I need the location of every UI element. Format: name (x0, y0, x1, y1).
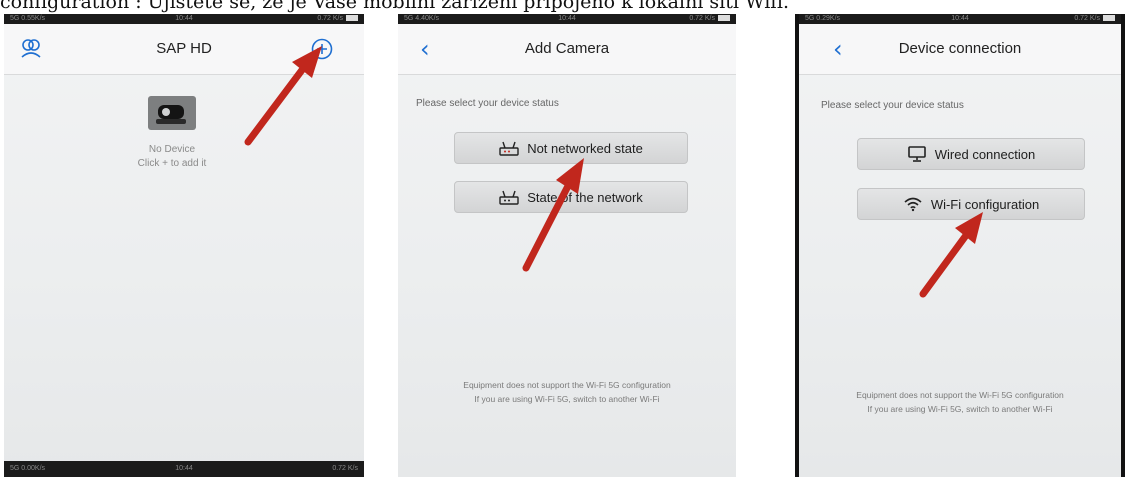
screen-home: 5G 0.55K/s 10:44 0.72 K/s SAP HD No Devi… (4, 14, 364, 477)
status-prompt: Please select your device status (821, 100, 964, 111)
status-bar: 5G 0.55K/s 10:44 0.72 K/s (4, 14, 364, 24)
wifi-configuration-button[interactable]: Wi-Fi configuration (857, 188, 1085, 220)
instruction-caption: configuration : Ujistěte se, že je Vaše … (0, 0, 789, 13)
page-title: Add Camera (524, 40, 610, 57)
empty-state-hint: Click + to add it (137, 158, 207, 169)
status-prompt: Please select your device status (416, 98, 559, 109)
not-networked-state-button[interactable]: Not networked state (454, 132, 688, 164)
router-icon (499, 190, 519, 205)
screen-device-connection: 5G 0.29K/s 10:44 0.72 K/s ‹ Device conne… (795, 14, 1125, 477)
battery-icon (718, 15, 730, 22)
status-right: 0.72 K/s (1074, 14, 1115, 24)
state-of-network-button[interactable]: State of the network (454, 181, 688, 213)
bottom-status-time: 10:44 (175, 465, 193, 472)
status-right: 0.72 K/s (317, 14, 358, 24)
status-speed: 0.72 K/s (1074, 15, 1100, 22)
status-speed: 0.72 K/s (317, 15, 343, 22)
red-arrow-pointer (522, 158, 584, 272)
wired-connection-button[interactable]: Wired connection (857, 138, 1085, 170)
status-bar: 5G 4.40K/s 10:44 0.72 K/s (398, 14, 736, 24)
status-network: 5G 4.40K/s (404, 15, 440, 22)
page-title: Device connection (898, 40, 1022, 57)
status-time: 10:44 (951, 15, 969, 22)
bottom-status-network: 5G 0.00K/s (10, 465, 46, 472)
notice-line-2: If you are using Wi-Fi 5G, switch to ano… (474, 394, 660, 404)
button-label: Not networked state (527, 140, 643, 156)
top-nav-bar: ‹ Device connection (799, 24, 1121, 75)
battery-icon (346, 15, 358, 22)
button-label: Wired connection (934, 146, 1036, 162)
wifi-5g-notice: Equipment does not support the Wi-Fi 5G … (799, 388, 1121, 416)
red-arrow-pointer (919, 212, 983, 298)
wifi-icon (904, 197, 922, 212)
bottom-status-speed: 0.72 K/s (332, 465, 358, 472)
status-speed: 0.72 K/s (689, 15, 715, 22)
empty-state-title: No Device (148, 144, 196, 155)
status-bar: 5G 0.29K/s 10:44 0.72 K/s (799, 14, 1121, 24)
top-nav-bar: ‹ Add Camera (398, 24, 736, 75)
status-network: 5G 0.55K/s (10, 15, 46, 22)
add-device-icon[interactable] (310, 37, 334, 61)
wifi-5g-notice: Equipment does not support the Wi-Fi 5G … (398, 378, 736, 406)
notice-line-1: Equipment does not support the Wi-Fi 5G … (856, 390, 1064, 400)
status-time: 10:44 (558, 15, 576, 22)
user-icon[interactable] (20, 38, 42, 58)
button-label: Wi-Fi configuration (930, 196, 1040, 212)
bottom-status-bar: 5G 0.00K/s 10:44 0.72 K/s (4, 461, 364, 477)
status-network: 5G 0.29K/s (805, 15, 841, 22)
router-icon (499, 141, 519, 156)
status-time: 10:44 (175, 15, 193, 22)
notice-line-2: If you are using Wi-Fi 5G, switch to ano… (867, 404, 1053, 414)
camera-icon (148, 96, 196, 130)
battery-icon (1103, 15, 1115, 22)
screen-add-camera: 5G 4.40K/s 10:44 0.72 K/s ‹ Add Camera P… (398, 14, 736, 477)
button-label: State of the network (527, 189, 643, 205)
notice-line-1: Equipment does not support the Wi-Fi 5G … (463, 380, 671, 390)
status-right: 0.72 K/s (689, 14, 730, 24)
top-nav-bar: SAP HD (4, 24, 364, 75)
monitor-icon (907, 146, 926, 162)
